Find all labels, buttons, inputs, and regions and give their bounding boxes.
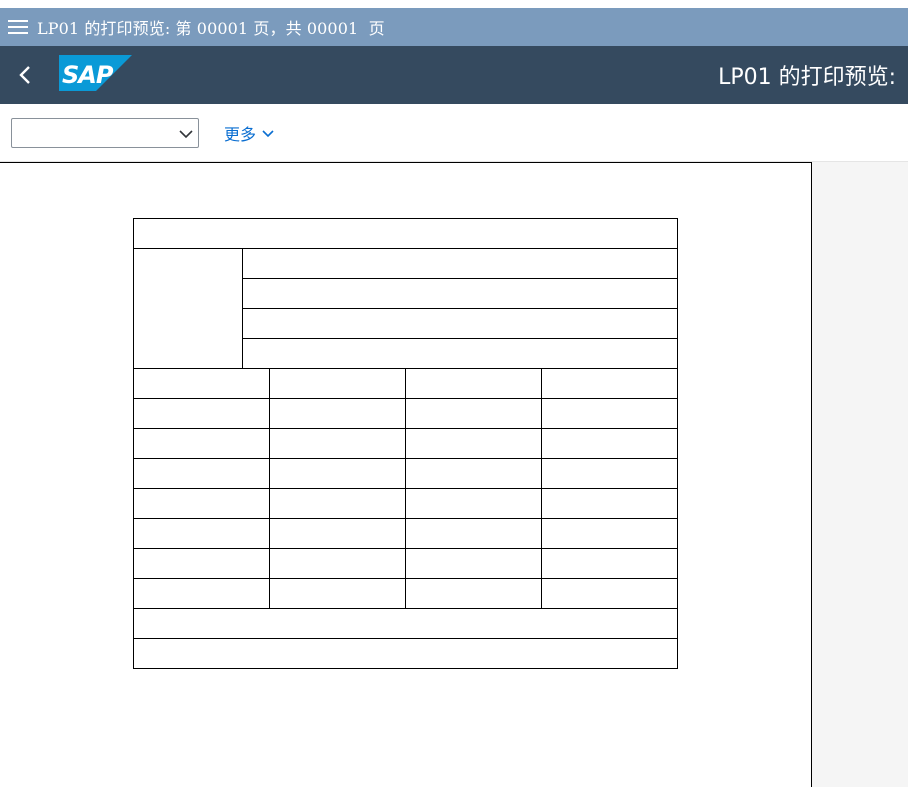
form-grid [133, 218, 678, 669]
table-cell [405, 398, 542, 429]
table-cell [269, 458, 406, 489]
table-cell [133, 548, 270, 579]
back-button[interactable] [10, 60, 40, 90]
table-cell [133, 428, 270, 459]
table-cell [405, 578, 542, 609]
table-cell [541, 518, 678, 549]
form-footer-cell [133, 638, 678, 669]
preview-area[interactable] [0, 162, 908, 787]
table-cell [541, 368, 678, 399]
table-cell [133, 398, 270, 429]
table-cell [405, 548, 542, 579]
shell-bar: SAP LP01 的打印预览: [0, 46, 908, 104]
table-cell [269, 518, 406, 549]
table-cell [405, 458, 542, 489]
form-footer-cell [133, 608, 678, 639]
table-cell [541, 458, 678, 489]
table-cell [133, 518, 270, 549]
table-cell [269, 548, 406, 579]
table-cell [133, 458, 270, 489]
table-cell [541, 548, 678, 579]
toolbar: 更多 [0, 104, 908, 162]
page-title: LP01 的打印预览: [718, 65, 896, 90]
form-side-row [242, 308, 678, 339]
chevron-down-icon [262, 130, 274, 138]
table-cell [269, 398, 406, 429]
output-select[interactable] [11, 118, 199, 148]
table-cell [541, 578, 678, 609]
table-cell [541, 488, 678, 519]
form-side-row [242, 338, 678, 369]
window-title-bar: LP01 的打印预览: 第 00001 页，共 00001 页 [0, 8, 908, 46]
form-side-row [242, 248, 678, 279]
window-title: LP01 的打印预览: 第 00001 页，共 00001 页 [37, 19, 385, 38]
sap-logo: SAP [59, 55, 132, 91]
table-cell [133, 488, 270, 519]
back-arrow-icon [19, 66, 30, 84]
table-cell [541, 428, 678, 459]
table-cell [133, 368, 270, 399]
table-cell [405, 428, 542, 459]
table-cell [405, 518, 542, 549]
table-cell [405, 488, 542, 519]
form-header-cell [133, 218, 678, 249]
table-cell [269, 368, 406, 399]
hamburger-menu-icon[interactable] [0, 8, 36, 46]
more-label: 更多 [224, 125, 257, 144]
table-cell [133, 578, 270, 609]
table-cell [405, 368, 542, 399]
table-cell [269, 488, 406, 519]
more-button[interactable]: 更多 [224, 118, 275, 148]
svg-text:SAP: SAP [62, 61, 114, 89]
table-cell [269, 578, 406, 609]
table-cell [269, 428, 406, 459]
print-preview-page [0, 162, 812, 787]
form-side-row [242, 278, 678, 309]
table-cell [541, 398, 678, 429]
chevron-down-icon [179, 130, 193, 139]
form-side-block [133, 248, 243, 369]
